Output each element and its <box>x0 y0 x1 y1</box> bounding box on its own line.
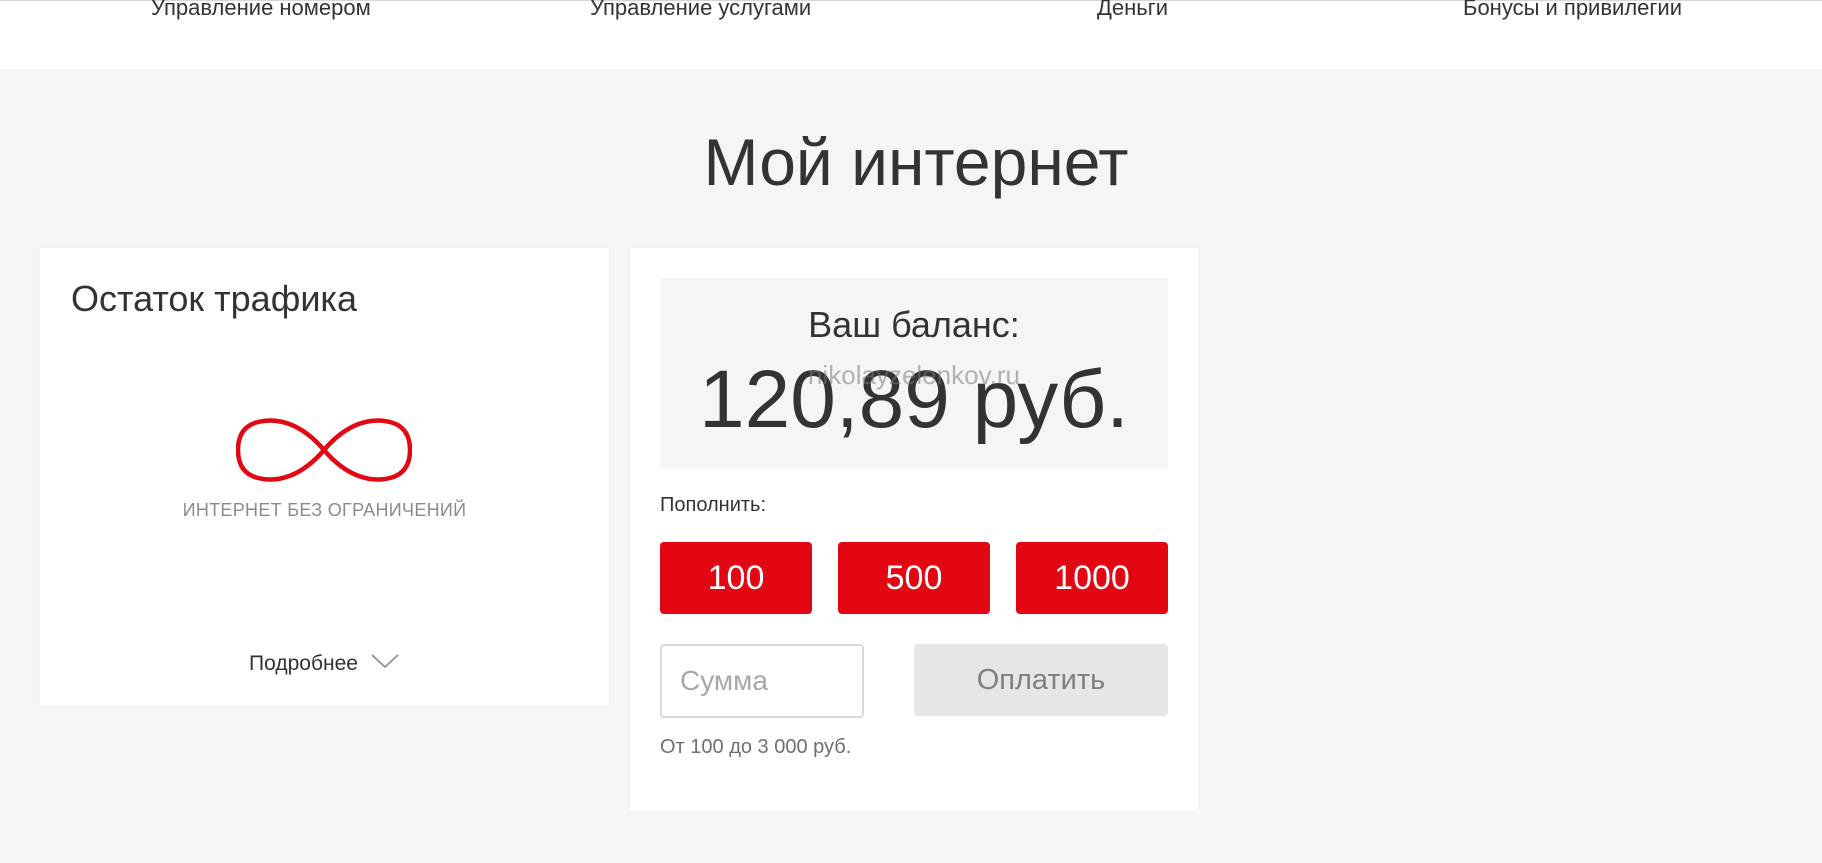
nav-item-money[interactable]: Деньги <box>1097 0 1168 21</box>
infinity-icon <box>235 414 413 486</box>
nav-item-number-management[interactable]: Управление номером <box>151 0 371 21</box>
chevron-down-icon <box>370 652 400 676</box>
topup-label: Пополнить: <box>660 494 767 516</box>
traffic-card: Остаток трафика ИНТЕРНЕТ БЕЗ ОГРАНИЧЕНИЙ… <box>40 248 609 706</box>
details-link-label: Подробнее <box>249 652 358 675</box>
balance-card: Ваш баланс: 120,89 руб. nikolayzelenkov.… <box>630 248 1198 811</box>
details-link[interactable]: Подробнее <box>40 652 609 676</box>
top-navigation: Управление номером Управление услугами Д… <box>0 0 1822 69</box>
balance-label: Ваш баланс: <box>808 304 1020 345</box>
sum-input[interactable] <box>660 644 864 718</box>
page-title: Мой интернет <box>703 125 1129 199</box>
nav-item-services-management[interactable]: Управление услугами <box>590 0 811 21</box>
watermark: nikolayzelenkov.ru <box>808 360 1020 390</box>
topup-100-button[interactable]: 100 <box>660 542 812 614</box>
traffic-card-title: Остаток трафика <box>71 278 357 319</box>
balance-box: Ваш баланс: 120,89 руб. nikolayzelenkov.… <box>660 278 1168 468</box>
amount-range-hint: От 100 до 3 000 руб. <box>660 736 852 758</box>
topup-1000-button[interactable]: 1000 <box>1016 542 1168 614</box>
nav-item-bonuses[interactable]: Бонусы и привилегии <box>1463 0 1682 21</box>
unlimited-internet-label: ИНТЕРНЕТ БЕЗ ОГРАНИЧЕНИЙ <box>182 500 467 520</box>
topup-500-button[interactable]: 500 <box>838 542 990 614</box>
pay-button[interactable]: Оплатить <box>914 644 1168 716</box>
